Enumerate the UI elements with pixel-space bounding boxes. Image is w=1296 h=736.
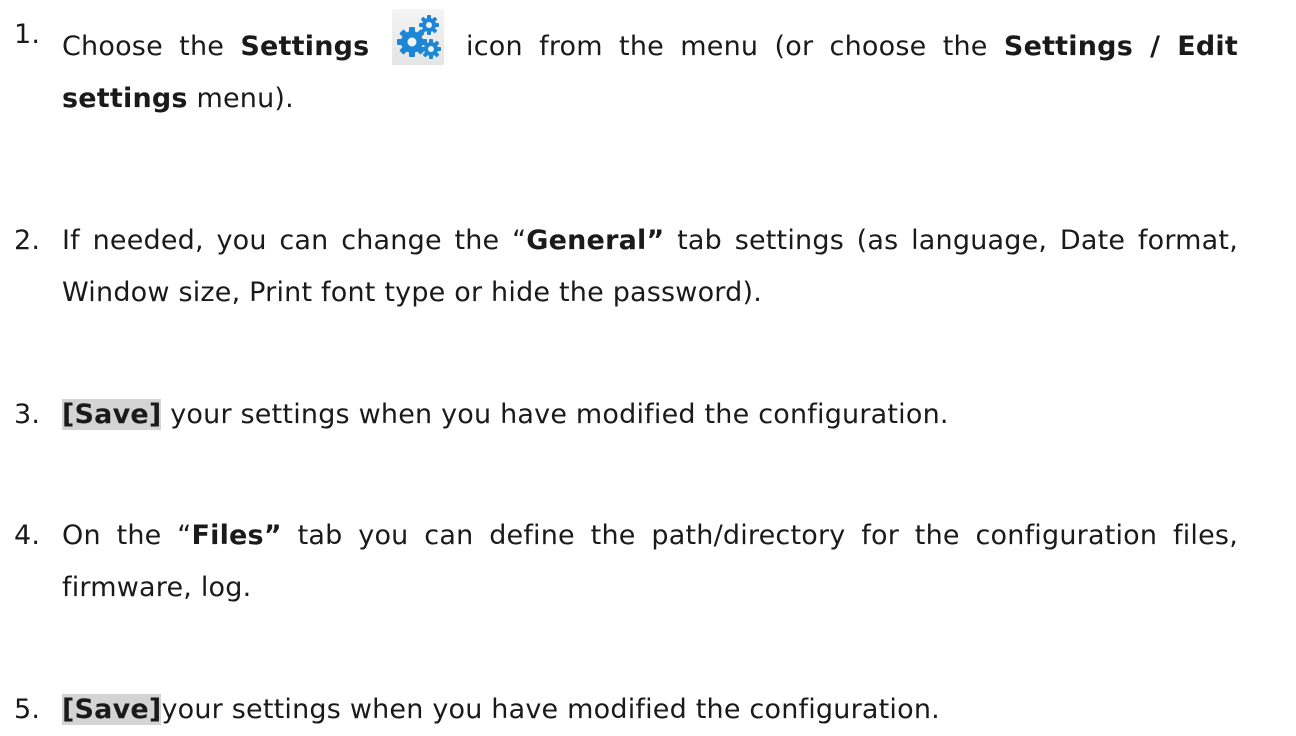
save-button-label: [Save] — [62, 399, 162, 430]
step-number: 3. — [14, 399, 41, 430]
instruction-document: 1. Choose the Settings icon from the men… — [0, 0, 1296, 727]
step-number: 4. — [14, 520, 41, 551]
step-text: [Save]your settings when you have modifi… — [62, 694, 940, 725]
step-number: 2. — [14, 225, 41, 256]
settings-gears-icon — [391, 9, 444, 65]
step-number: 1. — [14, 19, 41, 50]
settings-label: Settings — [240, 31, 370, 62]
general-tab-label: General” — [526, 225, 665, 256]
step-number: 5. — [14, 694, 41, 725]
step-text: [Save] your settings when you have modif… — [62, 399, 949, 430]
step-text: On the “Files” tab you can define the pa… — [62, 520, 1238, 603]
step-text: Choose the Settings icon from the menu (… — [62, 9, 1238, 125]
step-text: If needed, you can change the “General” … — [62, 225, 1238, 308]
save-button-label: [Save] — [62, 694, 162, 725]
files-tab-label: Files” — [191, 520, 282, 551]
